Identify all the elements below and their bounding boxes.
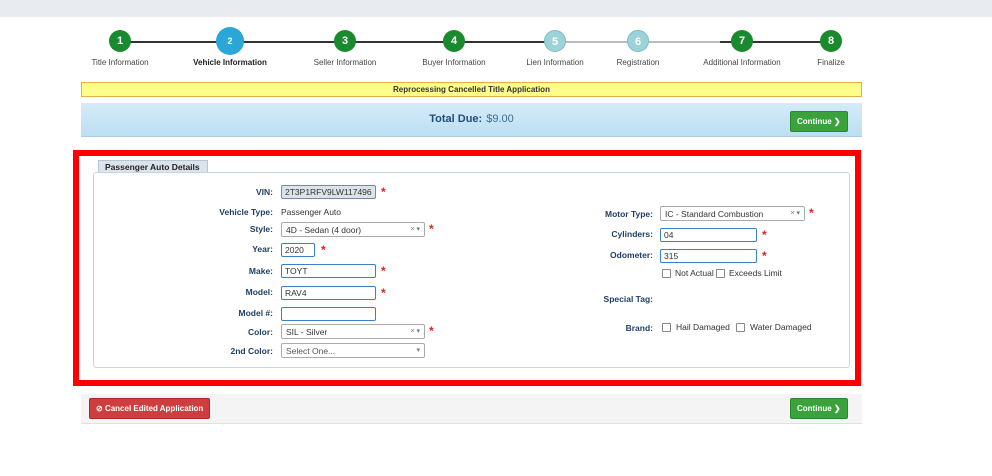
required-marker: * bbox=[381, 286, 386, 300]
cancel-edited-application-button[interactable]: ⊘ Cancel Edited Application bbox=[89, 398, 211, 419]
vin-label: VIN: bbox=[256, 187, 273, 197]
top-bar bbox=[0, 0, 992, 17]
step-title-information[interactable]: 1 Title Information bbox=[70, 30, 170, 67]
style-select[interactable]: 4D - Sedan (4 door) × ▾ bbox=[281, 222, 425, 237]
total-due-amount: $9.00 bbox=[486, 113, 514, 125]
odometer-field[interactable]: 315 bbox=[660, 249, 757, 263]
year-field[interactable]: 2020 bbox=[281, 243, 315, 257]
vin-field[interactable]: 2T3P1RFV9LW117496 bbox=[281, 185, 376, 199]
required-marker: * bbox=[429, 324, 434, 338]
vehicle-type-value: Passenger Auto bbox=[281, 207, 342, 217]
continue-label: Continue bbox=[797, 117, 832, 126]
step-label: Seller Information bbox=[313, 58, 377, 67]
total-due-bar: Total Due: $9.00 Continue ❯ bbox=[81, 103, 862, 137]
total-due-label: Total Due: bbox=[429, 113, 483, 125]
make-label: Make: bbox=[248, 266, 273, 276]
water-damaged-checkbox[interactable] bbox=[736, 323, 745, 332]
total-due: Total Due: $9.00 bbox=[81, 113, 862, 125]
step-buyer-information[interactable]: 4 Buyer Information bbox=[404, 30, 504, 67]
year-label: Year: bbox=[252, 244, 273, 254]
progress-stepper: 1 Title Information 2 Vehicle Informatio… bbox=[80, 27, 860, 72]
color-select[interactable]: SIL - Silver × ▾ bbox=[281, 324, 425, 339]
step-finalize[interactable]: 8 Finalize bbox=[781, 30, 881, 67]
special-tag-label: Special Tag: bbox=[603, 294, 653, 304]
step-label: Title Information bbox=[91, 58, 149, 67]
exceeds-limit-label: Exceeds Limit bbox=[729, 268, 782, 278]
continue-button-top[interactable]: Continue ❯ bbox=[790, 111, 848, 132]
step-vehicle-information[interactable]: 2 Vehicle Information bbox=[180, 27, 280, 67]
step-number: 1 bbox=[109, 30, 131, 52]
step-number: 4 bbox=[443, 30, 465, 52]
step-seller-information[interactable]: 3 Seller Information bbox=[295, 30, 395, 67]
second-color-label: 2nd Color: bbox=[230, 346, 274, 356]
step-label: Vehicle Information bbox=[193, 58, 267, 67]
make-field[interactable]: TOYT bbox=[281, 264, 376, 278]
chevron-right-icon: ❯ bbox=[833, 117, 841, 126]
required-marker: * bbox=[429, 222, 434, 236]
water-damaged-label: Water Damaged bbox=[750, 322, 812, 332]
step-registration[interactable]: 6 Registration bbox=[588, 30, 688, 67]
required-marker: * bbox=[381, 185, 386, 199]
vehicle-type-label: Vehicle Type: bbox=[219, 207, 273, 217]
required-marker: * bbox=[321, 243, 326, 257]
select-clear-chevron-icon: × ▾ bbox=[410, 226, 420, 233]
step-label: Finalize bbox=[817, 58, 845, 67]
cylinders-field[interactable]: 04 bbox=[660, 228, 757, 242]
step-number: 2 bbox=[216, 27, 244, 55]
step-number: 7 bbox=[731, 30, 753, 52]
exceeds-limit-checkbox[interactable] bbox=[716, 269, 725, 278]
step-number: 8 bbox=[820, 30, 842, 52]
motor-type-select[interactable]: IC - Standard Combustion × ▾ bbox=[660, 206, 805, 221]
step-number: 5 bbox=[544, 30, 566, 52]
color-selected: SIL - Silver bbox=[286, 327, 328, 337]
model-label: Model: bbox=[245, 287, 273, 297]
continue-label: Continue bbox=[797, 404, 832, 413]
second-color-select[interactable]: Select One... ▾ bbox=[281, 343, 425, 358]
chevron-right-icon: ❯ bbox=[833, 404, 841, 413]
color-label: Color: bbox=[247, 327, 273, 337]
not-actual-checkbox[interactable] bbox=[662, 269, 671, 278]
cancel-label: Cancel Edited Application bbox=[104, 404, 204, 413]
required-marker: * bbox=[762, 228, 767, 242]
brand-label: Brand: bbox=[625, 323, 653, 333]
select-clear-chevron-icon: × ▾ bbox=[410, 328, 420, 335]
required-marker: * bbox=[762, 249, 767, 263]
cylinders-label: Cylinders: bbox=[611, 229, 653, 239]
model-number-label: Model #: bbox=[238, 308, 273, 318]
model-field[interactable]: RAV4 bbox=[281, 286, 376, 300]
model-number-field[interactable] bbox=[281, 307, 376, 321]
style-selected: 4D - Sedan (4 door) bbox=[286, 225, 362, 235]
hail-damaged-checkbox[interactable] bbox=[662, 323, 671, 332]
required-marker: * bbox=[809, 206, 814, 220]
step-additional-information[interactable]: 7 Additional Information bbox=[692, 30, 792, 67]
step-number: 3 bbox=[334, 30, 356, 52]
hail-damaged-label: Hail Damaged bbox=[676, 322, 730, 332]
motor-type-label: Motor Type: bbox=[604, 209, 653, 219]
not-actual-label: Not Actual bbox=[675, 268, 714, 278]
status-banner: Reprocessing Cancelled Title Application bbox=[81, 82, 862, 97]
style-label: Style: bbox=[249, 224, 273, 234]
select-clear-chevron-icon: × ▾ bbox=[790, 210, 800, 217]
required-marker: * bbox=[381, 264, 386, 278]
step-label: Additional Information bbox=[703, 58, 781, 67]
odometer-label: Odometer: bbox=[610, 250, 653, 260]
continue-button-bottom[interactable]: Continue ❯ bbox=[790, 398, 848, 419]
cancel-circle-icon: ⊘ bbox=[96, 404, 103, 413]
bottom-action-bar: ⊘ Cancel Edited Application Continue ❯ bbox=[81, 394, 862, 424]
step-label: Registration bbox=[616, 58, 660, 67]
motor-type-selected: IC - Standard Combustion bbox=[665, 209, 764, 219]
step-label: Buyer Information bbox=[422, 58, 486, 67]
second-color-selected: Select One... bbox=[286, 346, 336, 356]
chevron-down-icon: ▾ bbox=[416, 347, 420, 354]
step-number: 6 bbox=[627, 30, 649, 52]
